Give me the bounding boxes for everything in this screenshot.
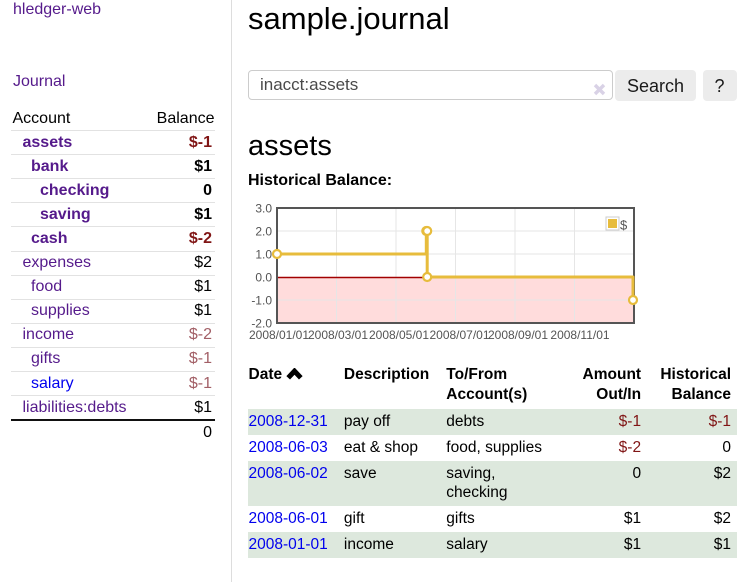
- svg-text:1.0: 1.0: [255, 248, 272, 262]
- svg-text:2008/01/01: 2008/01/01: [249, 328, 309, 342]
- svg-text:0.0: 0.0: [255, 271, 272, 285]
- svg-text:$: $: [620, 218, 628, 233]
- svg-text:2008/09/01: 2008/09/01: [488, 328, 548, 342]
- svg-text:-1.0: -1.0: [251, 294, 272, 308]
- svg-text:2.0: 2.0: [255, 225, 272, 239]
- svg-text:2008/05/01: 2008/05/01: [369, 328, 429, 342]
- svg-text:2008/07/01: 2008/07/01: [429, 328, 489, 342]
- svg-text:3.0: 3.0: [255, 202, 272, 216]
- svg-text:2008/03/01: 2008/03/01: [308, 328, 368, 342]
- svg-text:2008/11/01: 2008/11/01: [550, 328, 609, 342]
